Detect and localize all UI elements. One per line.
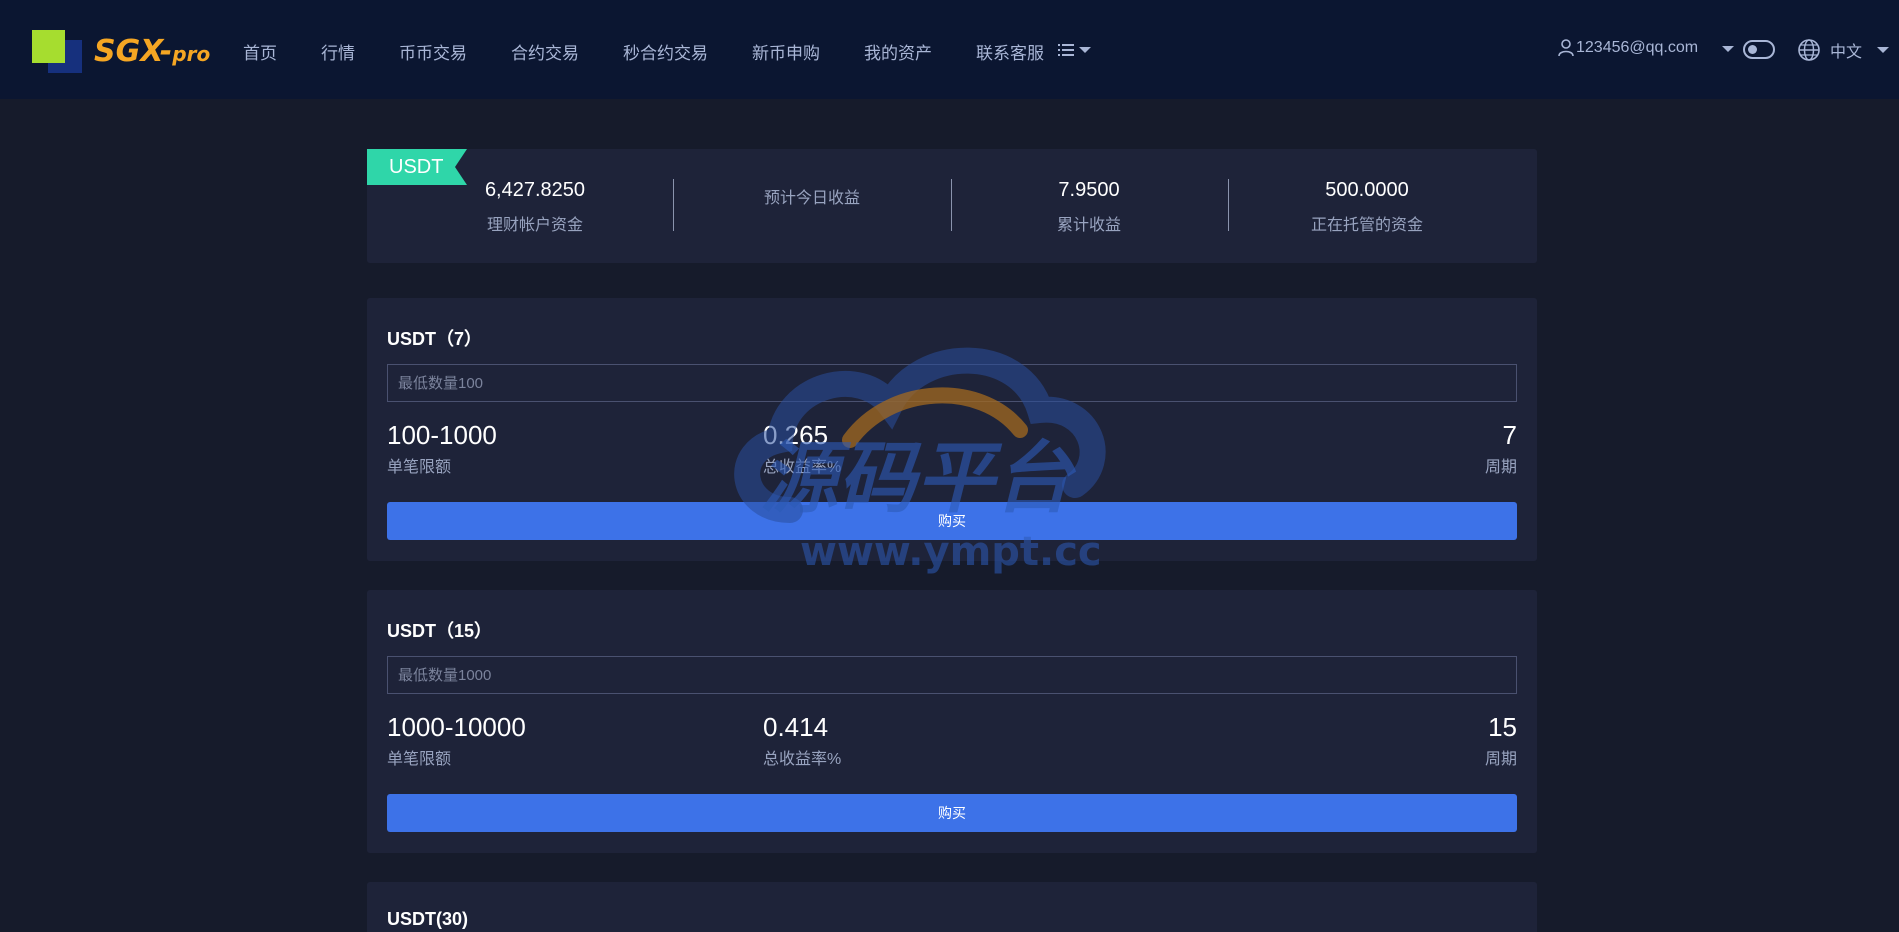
nav-second-contract[interactable]: 秒合约交易 <box>623 39 708 63</box>
nav-market[interactable]: 行情 <box>321 39 355 63</box>
buy-button[interactable]: 购买 <box>387 502 1517 540</box>
logo-main: SGX- <box>94 34 173 69</box>
rate-label: 总收益率% <box>763 751 842 768</box>
product-card-15: USDT（15） 1000-10000 单笔限额 0.414 总收益率% 15 … <box>367 590 1537 853</box>
limit-label: 单笔限额 <box>387 751 452 768</box>
user-email: 123456@qq.com <box>1576 39 1699 56</box>
stat-label: 理财帐户资金 <box>486 217 583 234</box>
period-label: 周期 <box>1484 751 1517 768</box>
stat-value: 6,427.8250 <box>484 179 586 201</box>
stat-today-earnings: 预计今日收益 <box>712 179 912 208</box>
amount-input[interactable] <box>387 364 1517 402</box>
stat-total-earnings: 7.9500 累计收益 <box>989 179 1189 235</box>
product-title: USDT（7） <box>387 329 483 349</box>
user-icon <box>1558 39 1574 57</box>
chevron-down-icon <box>1877 47 1890 53</box>
asset-summary-card: USDT 6,427.8250 理财帐户资金 预计今日收益 7.9500 累计收… <box>367 149 1537 263</box>
buy-button[interactable]: 购买 <box>387 794 1517 832</box>
product-card-30: USDT(30) <box>367 882 1537 932</box>
nav-home[interactable]: 首页 <box>243 39 277 63</box>
divider <box>1228 179 1229 231</box>
main-nav: 首页 行情 币币交易 合约交易 秒合约交易 新币申购 我的资产 联系客服 <box>243 39 1088 63</box>
period-value: 7 <box>1502 420 1517 450</box>
user-account[interactable]: 123456@qq.com <box>1558 39 1698 57</box>
logo-sub: pro <box>172 42 211 66</box>
product-title: USDT(30) <box>387 909 469 929</box>
top-header: SGX-pro 首页 行情 币币交易 合约交易 秒合约交易 新币申购 我的资产 … <box>0 0 1899 99</box>
limit-value: 100-1000 <box>387 420 497 450</box>
product-card-7: USDT（7） 100-1000 单笔限额 0.265 总收益率% 7 周期 购… <box>367 298 1537 561</box>
period-label: 周期 <box>1484 459 1517 476</box>
stat-label: 预计今日收益 <box>763 190 860 207</box>
theme-toggle[interactable] <box>1743 40 1775 59</box>
logo-text: SGX-pro <box>94 34 210 69</box>
nav-my-assets[interactable]: 我的资产 <box>864 39 932 63</box>
nav-new-coin[interactable]: 新币申购 <box>752 39 820 63</box>
period-value: 15 <box>1488 712 1517 742</box>
divider <box>951 179 952 231</box>
rate-value: 0.414 <box>763 712 829 742</box>
product-title: USDT（15） <box>387 621 493 641</box>
sgx-logo[interactable]: SGX-pro <box>30 28 215 74</box>
limit-value: 1000-10000 <box>387 712 526 742</box>
nav-spot-trading[interactable]: 币币交易 <box>399 39 467 63</box>
stat-account-funds: 6,427.8250 理财帐户资金 <box>435 179 635 235</box>
more-menu-button[interactable] <box>1058 41 1092 59</box>
toggle-knob <box>1748 45 1757 54</box>
nav-contract-trading[interactable]: 合约交易 <box>511 39 579 63</box>
amount-input[interactable] <box>387 656 1517 694</box>
ribbon-label: USDT <box>389 156 444 178</box>
divider <box>673 179 674 231</box>
globe-icon <box>1798 39 1820 61</box>
limit-label: 单笔限额 <box>387 459 452 476</box>
stat-value: 500.0000 <box>1325 179 1409 201</box>
rate-label: 总收益率% <box>763 459 842 476</box>
logo-green-square <box>32 30 65 63</box>
stat-label: 正在托管的资金 <box>1310 217 1423 234</box>
user-dropdown-icon[interactable] <box>1722 46 1734 52</box>
chevron-down-icon <box>1079 47 1091 53</box>
rate-value: 0.265 <box>763 420 829 450</box>
language-label: 中文 <box>1830 44 1863 61</box>
language-selector[interactable]: 中文 <box>1797 38 1895 62</box>
nav-customer-service[interactable]: 联系客服 <box>976 39 1044 63</box>
stat-custody-funds: 500.0000 正在托管的资金 <box>1267 179 1467 235</box>
list-icon <box>1058 44 1074 56</box>
stat-label: 累计收益 <box>1056 217 1121 234</box>
stat-value: 7.9500 <box>1058 179 1120 201</box>
